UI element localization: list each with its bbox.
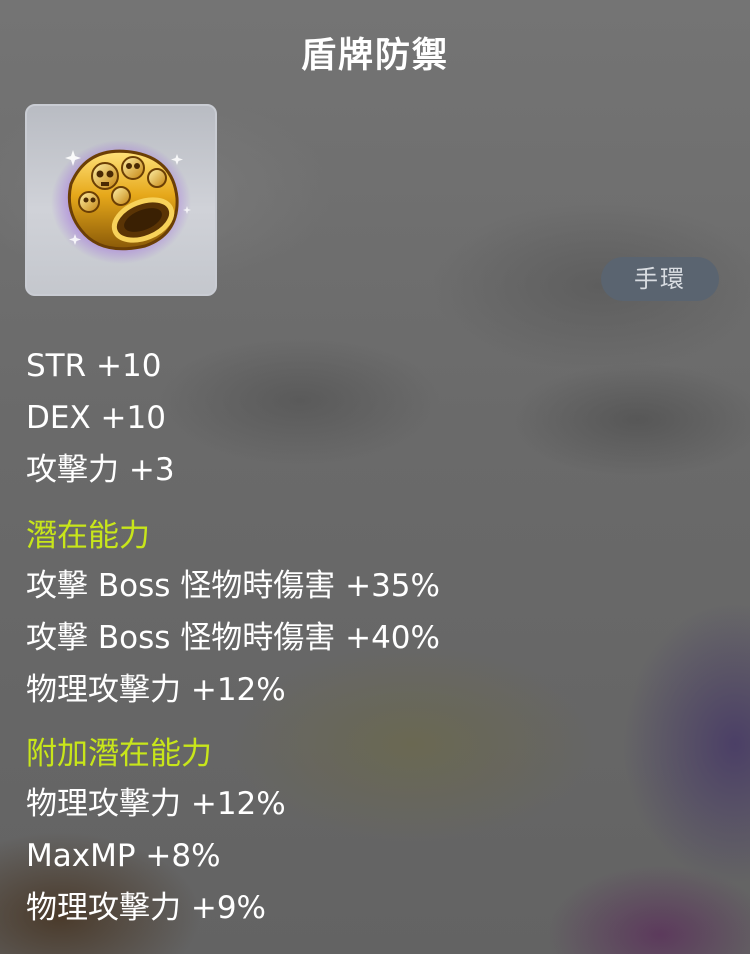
additional-potential-line: MaxMP +8% <box>26 838 221 874</box>
additional-potential-heading: 附加潛在能力 <box>26 736 212 772</box>
golden-skull-bracelet-icon <box>51 140 191 264</box>
equipment-type-badge: 手環 <box>601 257 719 301</box>
potential-line: 攻擊 Boss 怪物時傷害 +35% <box>26 568 440 604</box>
item-icon-frame <box>25 104 217 296</box>
potential-line: 物理攻擊力 +12% <box>26 672 286 708</box>
potential-line: 攻擊 Boss 怪物時傷害 +40% <box>26 620 440 656</box>
base-stat-attack: 攻擊力 +3 <box>26 452 175 488</box>
item-title: 盾牌防禦 <box>300 36 449 76</box>
base-stat-dex: DEX +10 <box>26 400 166 436</box>
additional-potential-line: 物理攻擊力 +12% <box>26 786 286 822</box>
base-stat-str: STR +10 <box>26 348 162 384</box>
item-stats: STR +10 DEX +10 攻擊力 +3 潛在能力 攻擊 Boss 怪物時傷… <box>26 340 726 934</box>
potential-heading: 潛在能力 <box>26 518 150 554</box>
additional-potential-line: 物理攻擊力 +9% <box>26 890 267 926</box>
